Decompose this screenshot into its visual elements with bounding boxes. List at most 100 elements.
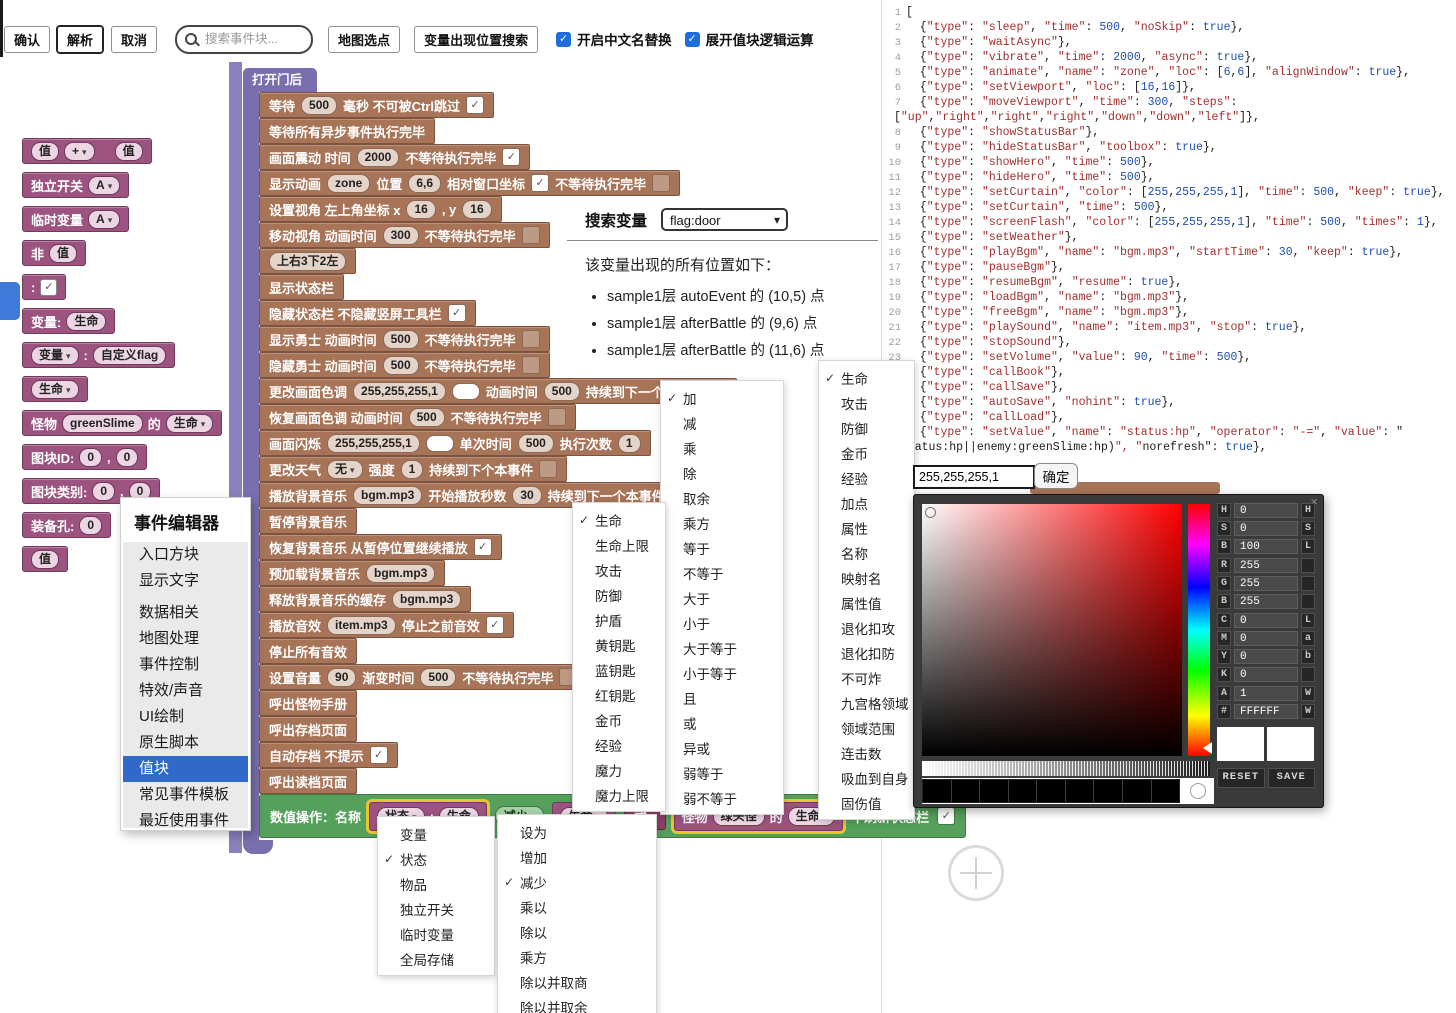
palette-cell[interactable] xyxy=(980,780,1009,802)
event-block[interactable]: 停止所有音效 xyxy=(259,638,357,664)
menu-item[interactable]: 乘方 xyxy=(498,944,656,969)
block-segment[interactable]: 隐藏状态栏 不隐藏竖屏工具栏 xyxy=(269,304,442,323)
block-segment[interactable]: 恢复背景音乐 从暂停位置继续播放 xyxy=(269,538,468,557)
block-segment[interactable]: 不等待执行完毕 xyxy=(405,148,496,167)
expand-logic-checkbox[interactable]: ✓ xyxy=(685,32,700,47)
block-segment[interactable]: ✓ xyxy=(448,304,466,322)
variable-location-item[interactable]: sample1层 autoEvent 的 (10,5) 点 xyxy=(607,285,878,306)
block-segment[interactable]: 等待所有异步事件执行完毕 xyxy=(269,122,425,141)
value-block[interactable]: 变量:生命 xyxy=(22,308,115,334)
menu-item[interactable]: 固伤值 xyxy=(819,790,914,815)
menu-item[interactable]: 不可炸 xyxy=(819,665,914,690)
event-block[interactable]: 画面震动 时间2000不等待执行完毕✓ xyxy=(259,144,530,170)
block-segment[interactable]: 500 xyxy=(420,668,456,687)
block-segment[interactable]: 2000 xyxy=(357,148,400,167)
toolbox-category[interactable]: 值块 xyxy=(123,756,248,782)
block-segment[interactable]: 生命 xyxy=(66,312,106,331)
block-segment[interactable]: 16 xyxy=(462,200,491,219)
block-segment[interactable]: 500 xyxy=(301,96,337,115)
field-value-input[interactable]: FFFFFF xyxy=(1234,704,1298,719)
field-mode-toggle[interactable]: L xyxy=(1301,539,1315,554)
event-hat-block[interactable]: 打开门后 xyxy=(243,68,317,92)
block-segment[interactable]: 图块ID: xyxy=(31,448,74,467)
menu-item[interactable]: 乘方 xyxy=(661,510,783,535)
block-search-box[interactable] xyxy=(175,25,313,54)
block-segment[interactable]: 500 xyxy=(544,382,580,401)
event-block[interactable]: 暂停背景音乐 xyxy=(259,508,357,534)
block-segment[interactable]: ✓ xyxy=(40,279,57,296)
block-segment[interactable]: : xyxy=(84,348,88,363)
menu-item[interactable]: 弱不等于 xyxy=(661,785,783,810)
block-segment[interactable]: , xyxy=(107,450,111,465)
confirm-button[interactable]: 确认 xyxy=(4,26,50,53)
block-segment[interactable] xyxy=(452,383,480,400)
cancel-button[interactable]: 取消 xyxy=(111,26,157,53)
menu-item[interactable]: 吸血到自身 xyxy=(819,765,914,790)
field-mode-toggle[interactable]: W xyxy=(1301,704,1315,719)
field-value-input[interactable]: 255 xyxy=(1234,594,1298,609)
palette-cell[interactable] xyxy=(1123,780,1152,802)
block-segment[interactable]: 生命 xyxy=(31,380,79,399)
value-block[interactable]: 独立开关A xyxy=(22,172,129,198)
saturation-value-area[interactable] xyxy=(922,504,1182,756)
block-search-input[interactable] xyxy=(203,31,303,47)
block-segment[interactable]: 播放音效 xyxy=(269,616,321,635)
toolbox-category[interactable]: 事件控制 xyxy=(123,652,248,678)
menu-item[interactable]: 领域范围 xyxy=(819,715,914,740)
toolbox-category[interactable]: 数据相关 xyxy=(123,600,248,626)
menu-item[interactable]: 金币 xyxy=(819,440,914,465)
parse-button[interactable]: 解析 xyxy=(57,26,103,53)
event-block[interactable]: 呼出怪物手册 xyxy=(259,690,357,716)
block-segment[interactable]: 值 xyxy=(31,550,59,569)
block-segment[interactable]: 1 xyxy=(618,434,641,453)
menu-item[interactable]: 退化扣攻 xyxy=(819,615,914,640)
event-block[interactable]: 等待所有异步事件执行完毕 xyxy=(259,118,435,144)
color-value-input[interactable] xyxy=(913,465,1035,489)
block-segment[interactable]: ✓ xyxy=(502,148,520,166)
event-block[interactable]: 显示勇士 动画时间500不等待执行完毕 xyxy=(259,326,550,352)
block-segment[interactable]: bgm.mp3 xyxy=(392,590,461,609)
event-block[interactable]: 恢复画面色调 动画时间500不等待执行完毕 xyxy=(259,404,576,430)
block-segment[interactable]: 生命 xyxy=(166,414,214,433)
block-segment[interactable]: 0 xyxy=(79,448,102,467)
block-segment[interactable]: ✓ xyxy=(370,746,388,764)
palette-cell[interactable] xyxy=(952,780,981,802)
fine-gradient-slider[interactable] xyxy=(922,761,1210,776)
menu-item[interactable]: 防御 xyxy=(573,582,665,607)
event-block[interactable]: 恢复背景音乐 从暂停位置继续播放✓ xyxy=(259,534,502,560)
event-block[interactable]: 呼出存档页面 xyxy=(259,716,357,742)
block-segment[interactable]: 呼出怪物手册 xyxy=(269,694,347,713)
block-segment[interactable]: 呼出存档页面 xyxy=(269,720,347,739)
menu-item[interactable]: 生命上限 xyxy=(573,532,665,557)
field-mode-toggle[interactable] xyxy=(1301,594,1315,609)
block-segment[interactable]: + xyxy=(64,142,95,161)
field-value-input[interactable]: 255 xyxy=(1234,576,1298,591)
event-block[interactable]: 显示动画zone位置6,6相对窗口坐标✓不等待执行完毕 xyxy=(259,170,680,196)
block-segment[interactable]: 500 xyxy=(383,330,419,349)
block-segment[interactable]: 值 xyxy=(31,142,59,161)
variable-location-item[interactable]: sample1层 afterBattle 的 (11,6) 点 xyxy=(607,339,878,360)
field-value-input[interactable]: 1 xyxy=(1234,686,1298,701)
block-segment[interactable]: 更改天气 xyxy=(269,460,321,479)
block-segment[interactable]: 不等待执行完毕 xyxy=(451,408,542,427)
menu-item[interactable]: ✓ 生命 xyxy=(819,365,914,390)
field-mode-toggle[interactable]: S xyxy=(1301,521,1315,536)
chinese-replace-checkbox[interactable]: ✓ xyxy=(556,32,571,47)
menu-item[interactable]: 名称 xyxy=(819,540,914,565)
block-segment[interactable]: 自定义flag xyxy=(93,346,166,365)
event-block[interactable]: 等待500毫秒 不可被Ctrl跳过✓ xyxy=(259,92,494,118)
menu-item[interactable]: 属性 xyxy=(819,515,914,540)
block-segment[interactable]: 强度 xyxy=(369,460,395,479)
toolbox-category[interactable]: 最近使用事件 xyxy=(123,808,248,828)
menu-item[interactable]: ✓ 生命 xyxy=(573,507,665,532)
menu-item[interactable]: 攻击 xyxy=(573,557,665,582)
field-mode-toggle[interactable] xyxy=(1301,558,1315,573)
toolbox-category[interactable]: 入口方块 xyxy=(123,542,248,568)
menu-item[interactable]: 独立开关 xyxy=(378,896,494,921)
block-segment[interactable]: 渐变时间 xyxy=(362,668,414,687)
menu-item[interactable]: 乘以 xyxy=(498,894,656,919)
toolbox-category[interactable]: 常见事件模板 xyxy=(123,782,248,808)
field-mode-toggle[interactable]: b xyxy=(1301,649,1315,664)
block-segment[interactable] xyxy=(652,174,670,192)
value-block[interactable]: 值+值 xyxy=(22,138,152,164)
